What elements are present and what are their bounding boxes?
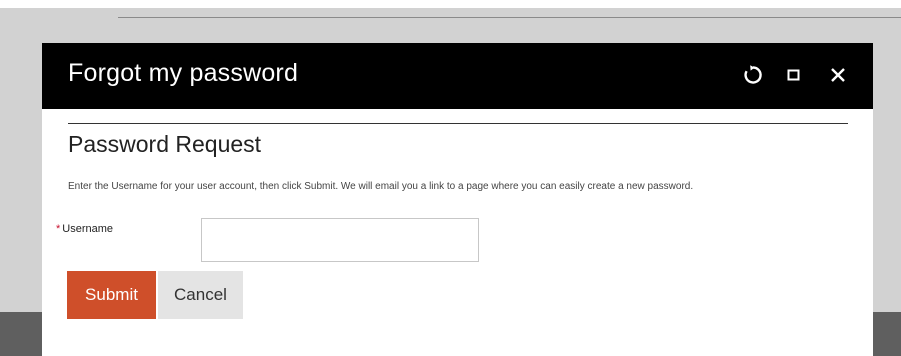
submit-button[interactable]: Submit <box>67 271 156 319</box>
username-input[interactable] <box>201 218 479 262</box>
form-instructions: Enter the Username for your user account… <box>68 181 694 192</box>
form-heading: Password Request <box>68 131 262 157</box>
dialog-title: Forgot my password <box>68 59 299 87</box>
page-background-top <box>0 0 901 8</box>
close-button[interactable] <box>825 62 851 88</box>
dialog-titlebar: Forgot my password <box>42 43 873 109</box>
maximize-icon <box>787 69 800 81</box>
refresh-icon <box>744 65 762 84</box>
close-icon <box>831 68 845 82</box>
username-label-text: Username <box>62 223 114 235</box>
heading-divider <box>68 123 848 124</box>
refresh-button[interactable] <box>740 62 766 88</box>
username-label: * Username <box>56 223 113 235</box>
forgot-password-dialog: Forgot my password Password Request Ente… <box>42 43 873 356</box>
required-marker: * <box>56 223 61 235</box>
background-divider <box>118 17 901 18</box>
cancel-button[interactable]: Cancel <box>158 271 243 319</box>
maximize-button[interactable] <box>781 62 807 88</box>
